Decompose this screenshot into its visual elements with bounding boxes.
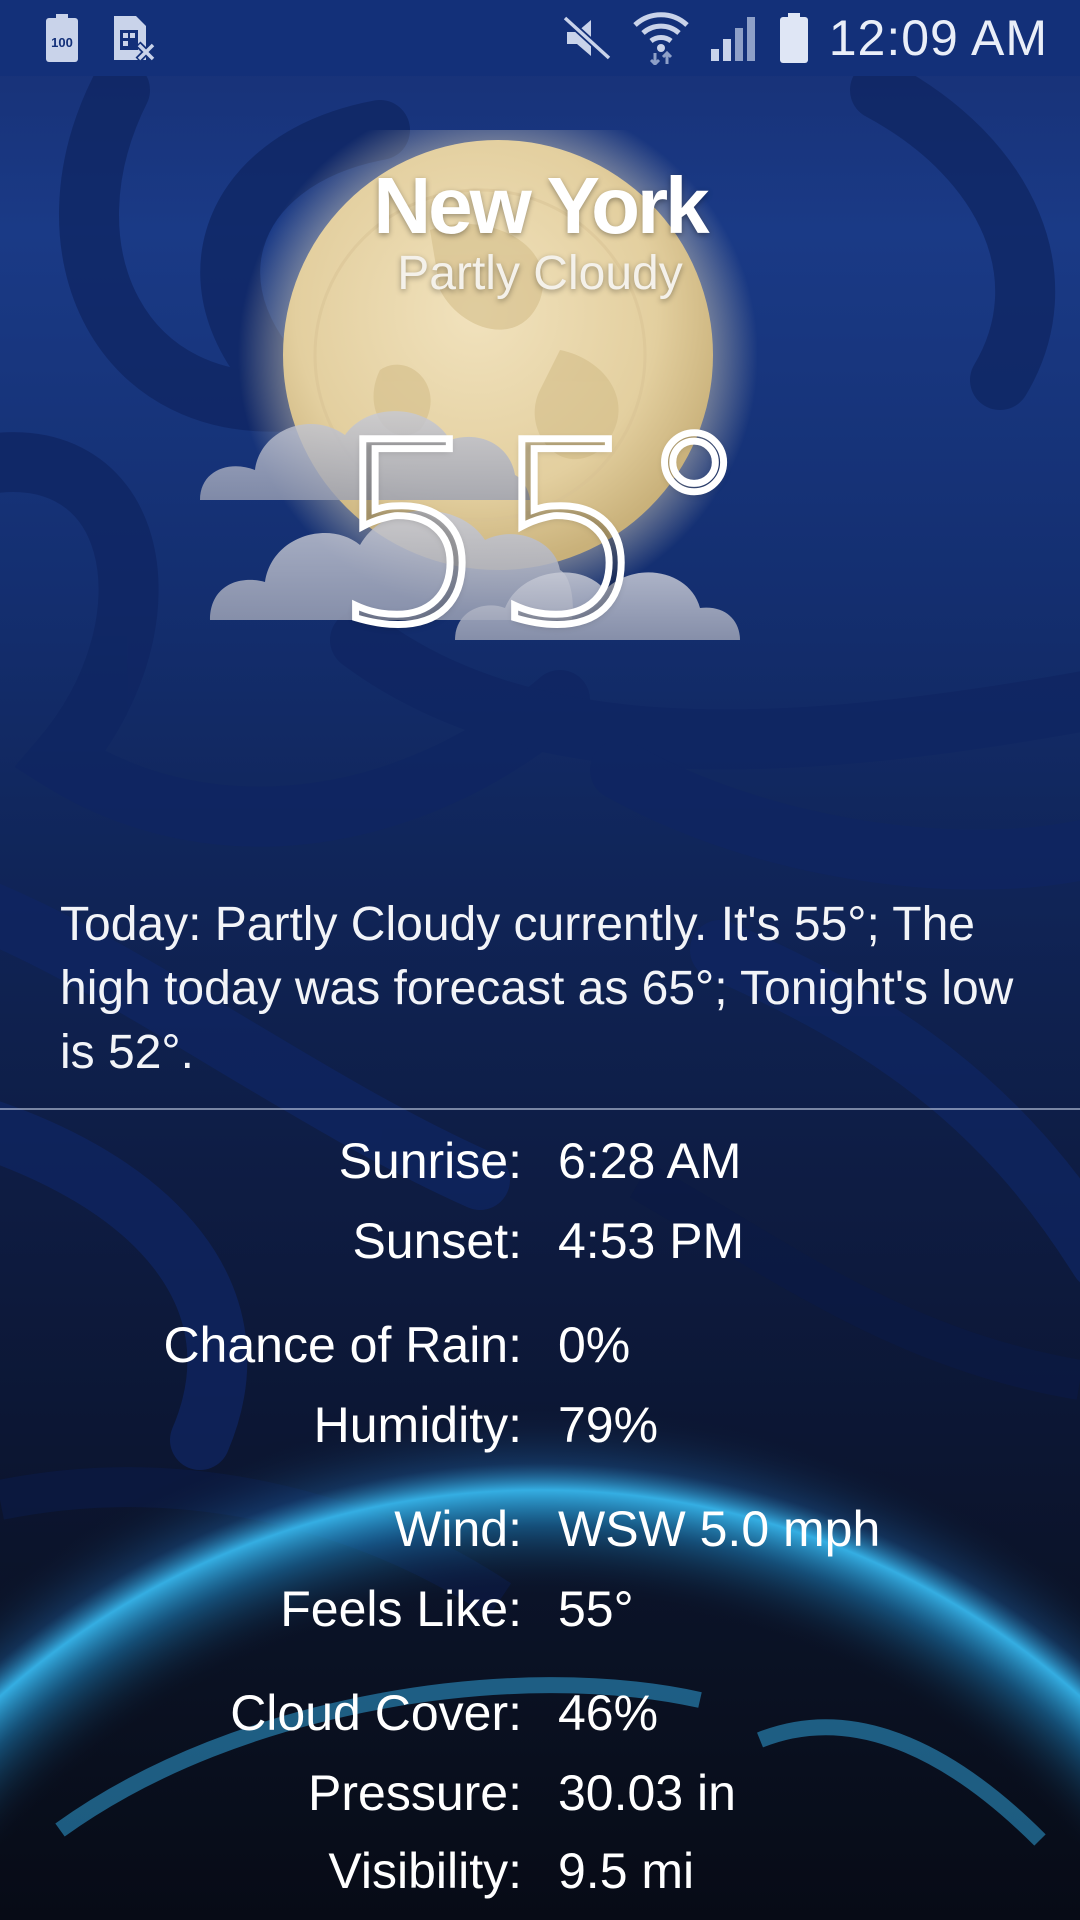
no-sim-icon [114, 16, 156, 62]
svg-text:100: 100 [51, 35, 73, 50]
wifi-icon [633, 12, 689, 65]
chance-of-rain-label: Chance of Rain: [163, 1317, 522, 1373]
sunset-label: Sunset: [352, 1213, 522, 1269]
detail-row-wind: Wind: WSW 5.0 mph [0, 1500, 1080, 1564]
visibility-value: 9.5 mi [558, 1843, 695, 1899]
location-header: New York Partly Cloudy [0, 160, 1080, 301]
pressure-label: Pressure: [308, 1765, 522, 1821]
detail-row-sunset: Sunset: 4:53 PM [0, 1212, 1080, 1276]
pressure-value: 30.03 in [558, 1765, 736, 1821]
wind-value: WSW 5.0 mph [558, 1501, 881, 1557]
detail-row-chance-of-rain: Chance of Rain: 0% [0, 1316, 1080, 1380]
weather-screen: 100 12:09 AM New York Partly Cloudy 55° … [0, 0, 1080, 1920]
detail-row-humidity: Humidity: 79% [0, 1396, 1080, 1460]
status-icons-group: 12:09 AM [562, 0, 1048, 76]
cloud-cover-label: Cloud Cover: [230, 1685, 522, 1741]
detail-row-pressure: Pressure: 30.03 in [0, 1764, 1080, 1828]
humidity-label: Humidity: [313, 1397, 522, 1453]
battery-icon [779, 13, 808, 63]
sunset-value: 4:53 PM [558, 1213, 745, 1269]
humidity-value: 79% [558, 1397, 659, 1453]
divider [0, 1108, 1080, 1110]
detail-row-sunrise: Sunrise: 6:28 AM [0, 1132, 1080, 1196]
detail-row-feels-like: Feels Like: 55° [0, 1580, 1080, 1644]
degree-symbol: ° [636, 387, 753, 643]
visibility-label: Visibility: [328, 1843, 522, 1899]
cloud-cover-value: 46% [558, 1685, 659, 1741]
current-temperature: 55° [0, 402, 1080, 664]
sunrise-value: 6:28 AM [558, 1133, 742, 1189]
status-time: 12:09 AM [828, 10, 1048, 66]
battery-100-icon: 100 [46, 14, 78, 62]
city-name[interactable]: New York [0, 160, 1080, 252]
detail-row-visibility: Visibility: 9.5 mi [0, 1842, 1080, 1906]
chance-of-rain-value: 0% [558, 1317, 631, 1373]
forecast-summary: Today: Partly Cloudy currently. It's 55°… [60, 898, 1014, 1079]
current-condition: Partly Cloudy [397, 247, 683, 300]
temperature-value: 55 [327, 389, 652, 680]
signal-icon [710, 17, 755, 61]
mute-icon [562, 16, 612, 60]
feels-like-label: Feels Like: [280, 1581, 522, 1637]
detail-row-cloud-cover: Cloud Cover: 46% [0, 1684, 1080, 1748]
status-bar: 100 12:09 AM [0, 0, 1080, 76]
sunrise-label: Sunrise: [338, 1133, 522, 1189]
feels-like-value: 55° [558, 1581, 634, 1637]
wind-label: Wind: [394, 1501, 522, 1557]
